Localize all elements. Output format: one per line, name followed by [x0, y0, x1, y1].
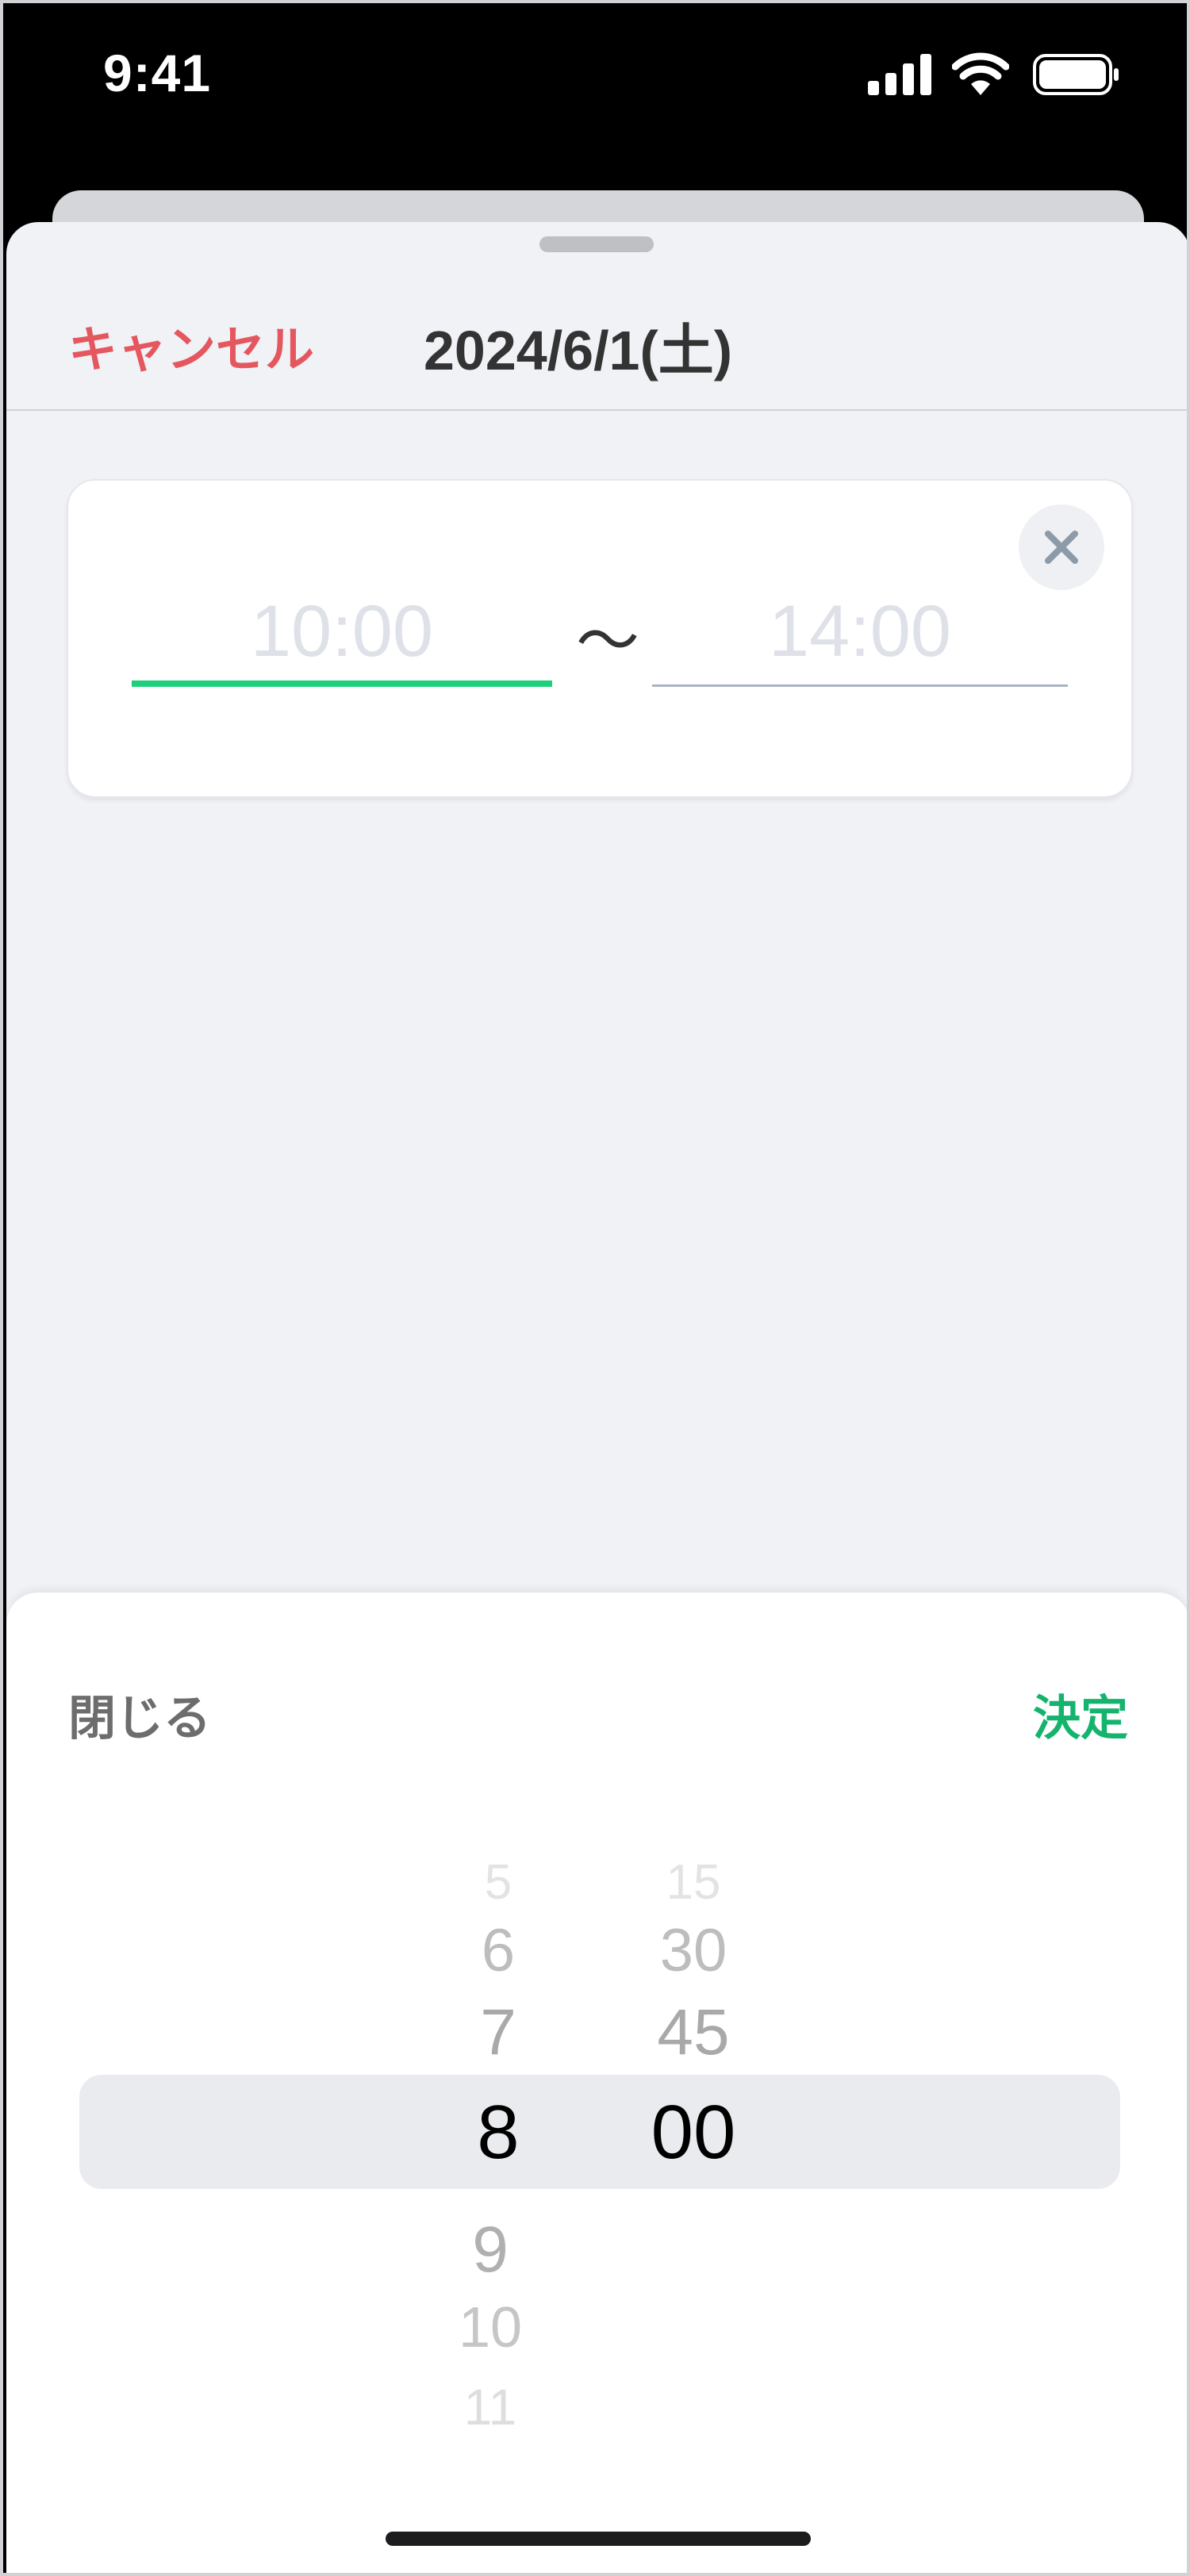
phone-screen: 9:41 キャンセル 2024/6/1(土) 10:00 〜 14:00 閉じる… — [0, 0, 1190, 2576]
confirm-button[interactable]: 決定 — [1033, 1680, 1128, 1749]
hour-option[interactable]: 10 — [395, 2295, 585, 2360]
minute-option[interactable]: 45 — [598, 1995, 789, 2070]
minute-option[interactable]: 30 — [598, 1916, 789, 1985]
hour-option[interactable]: 5 — [403, 1854, 593, 1911]
status-time: 9:41 — [103, 44, 212, 102]
cellular-signal-icon — [868, 54, 931, 95]
range-separator: 〜 — [576, 606, 639, 677]
home-indicator[interactable] — [386, 2532, 811, 2546]
time-picker-panel: 閉じる 決定 5 6 7 8 9 10 11 15 30 45 00 — [6, 1593, 1187, 2573]
minute-option-selected[interactable]: 00 — [598, 2089, 789, 2176]
hour-option[interactable]: 11 — [395, 2378, 585, 2436]
status-bar: 9:41 — [3, 3, 1187, 154]
sheet-header: キャンセル 2024/6/1(土) — [6, 270, 1187, 411]
battery-icon — [1033, 54, 1119, 95]
wifi-icon — [952, 52, 1009, 95]
minute-option[interactable]: 15 — [598, 1854, 789, 1911]
start-time-field[interactable]: 10:00 — [132, 576, 552, 687]
close-icon — [1045, 531, 1078, 564]
cancel-button[interactable]: キャンセル — [68, 309, 314, 381]
header-date: 2024/6/1(土) — [424, 320, 733, 381]
hour-option[interactable]: 6 — [403, 1916, 593, 1985]
minute-wheel[interactable]: 15 30 45 00 — [598, 1593, 789, 2465]
end-time-field[interactable]: 14:00 — [652, 576, 1068, 687]
sheet-grabber[interactable] — [539, 236, 654, 252]
close-button[interactable]: 閉じる — [68, 1680, 211, 1749]
hour-option[interactable]: 9 — [395, 2213, 585, 2287]
hour-wheel[interactable]: 5 6 7 8 9 10 11 — [403, 1593, 593, 2465]
hour-option-selected[interactable]: 8 — [403, 2089, 593, 2176]
hour-option[interactable]: 7 — [403, 1995, 593, 2070]
time-range-card: 10:00 〜 14:00 — [67, 479, 1133, 798]
